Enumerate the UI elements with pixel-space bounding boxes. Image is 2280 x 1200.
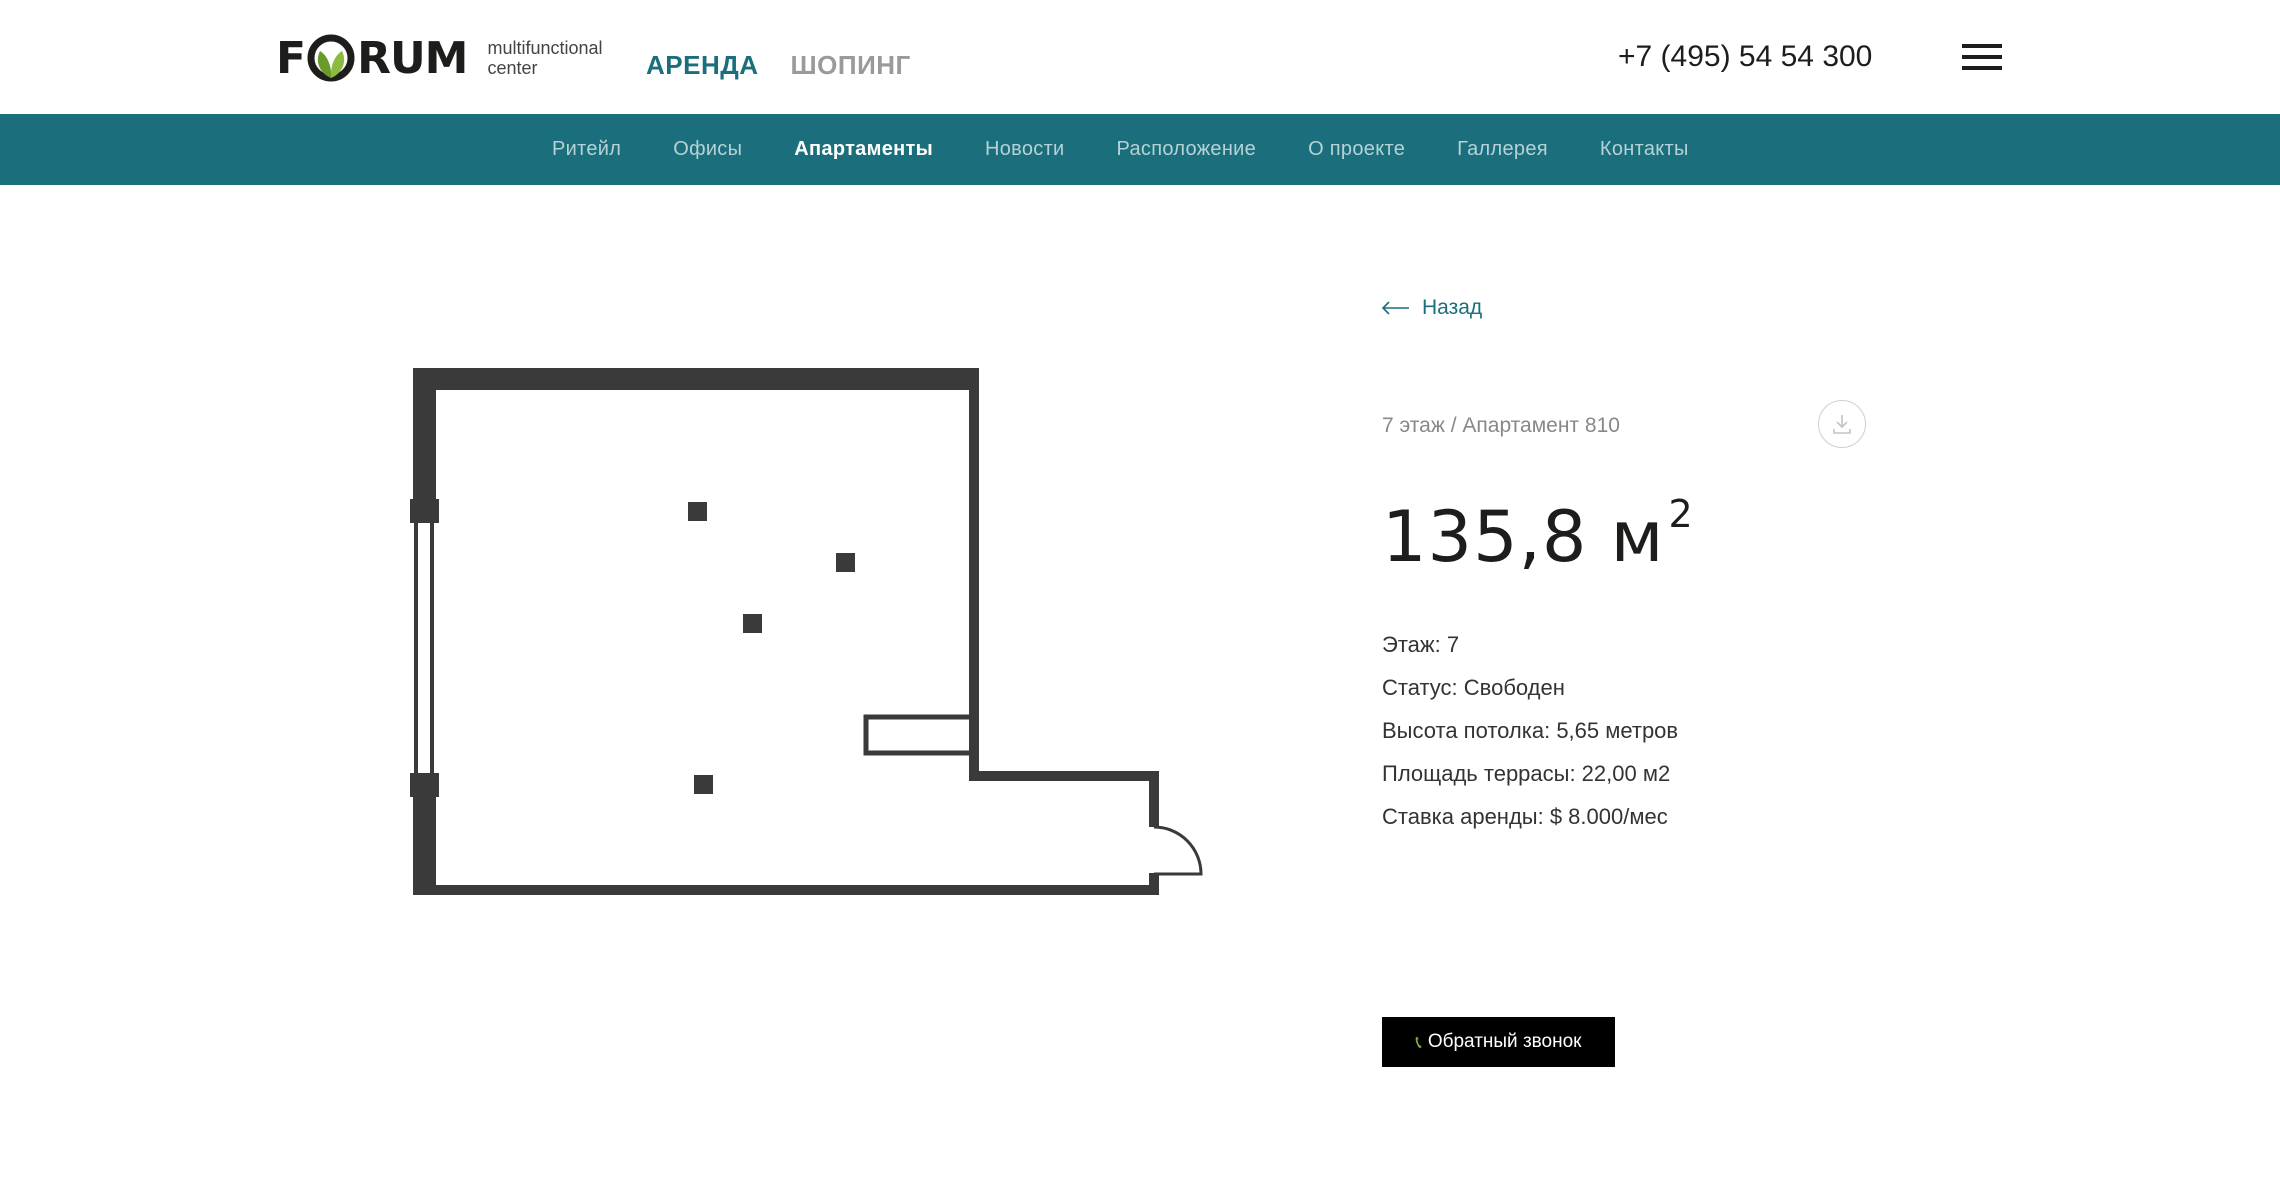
plan-wall-left-top: [413, 368, 436, 511]
prop-rent-rate: Ставка аренды: $ 8.000/мес: [1382, 804, 1668, 829]
forum-logo[interactable]: F RUM multifunctional center: [276, 30, 603, 86]
logo-sub-line1: multifunctional: [487, 38, 603, 58]
prop-terrace-area: Площадь террасы: 22,00 м2: [1382, 761, 1671, 786]
plan-column-1: [688, 502, 707, 521]
logo-wordmark: F RUM: [276, 32, 468, 84]
area-unit-exponent: 2: [1668, 492, 1694, 536]
hamburger-icon[interactable]: [1962, 44, 2002, 74]
back-link[interactable]: Назад: [1382, 296, 1482, 320]
download-button[interactable]: [1818, 400, 1866, 448]
back-label: Назад: [1422, 296, 1483, 319]
plan-window-line-1: [414, 523, 418, 773]
phone-icon: 📞︎: [1415, 1031, 1422, 1052]
nav-item-contacts[interactable]: Контакты: [1600, 138, 1689, 161]
top-tabs: АРЕНДА ШОПИНГ: [646, 50, 911, 81]
site-header: F RUM multifunctional center АРЕНДА ШОПИ…: [0, 0, 2280, 114]
nav-item-location[interactable]: Расположение: [1117, 138, 1257, 161]
nav-item-gallery[interactable]: Галлерея: [1457, 138, 1548, 161]
property-list: Этаж: 7 Статус: Свободен Высота потолка:…: [1382, 630, 1678, 845]
plan-window-post-bottom: [410, 773, 439, 797]
plan-wall-step: [969, 771, 1159, 781]
leaf-icon: [306, 33, 356, 83]
logo-subtitle: multifunctional center: [487, 38, 602, 78]
floor-plan: [400, 355, 1220, 915]
plan-wall-left-bottom: [413, 783, 436, 895]
plan-column-4: [694, 775, 713, 794]
tab-shopping[interactable]: ШОПИНГ: [791, 50, 911, 81]
tab-arenda[interactable]: АРЕНДА: [646, 50, 759, 81]
plan-window-line-2: [430, 523, 434, 773]
main-nav: Ритейл Офисы Апартаменты Новости Располо…: [0, 114, 2280, 185]
nav-item-news[interactable]: Новости: [985, 138, 1065, 161]
logo-sub-line2: center: [487, 58, 538, 78]
plan-column-2: [836, 553, 855, 572]
breadcrumb: 7 этаж / Апартамент 810: [1382, 414, 1620, 437]
callback-label: Обратный звонок: [1427, 1031, 1582, 1052]
phone-number[interactable]: +7 (495) 54 54 300: [1618, 40, 1872, 74]
plan-wall-terrace-right: [1149, 771, 1159, 827]
nav-item-about[interactable]: О проекте: [1308, 138, 1405, 161]
area-value: 135,8 м: [1382, 496, 1665, 578]
plan-wall-bottom: [413, 885, 1159, 895]
plan-wall-top: [413, 368, 979, 390]
plan-counter: [863, 714, 976, 756]
plan-window-post-top: [410, 499, 439, 523]
prop-status: Статус: Свободен: [1382, 675, 1565, 700]
nav-item-offices[interactable]: Офисы: [673, 138, 742, 161]
nav-item-retail[interactable]: Ритейл: [552, 138, 621, 161]
prop-ceiling-height: Высота потолка: 5,65 метров: [1382, 718, 1679, 743]
plan-column-3: [743, 614, 762, 633]
prop-floor: Этаж: 7: [1382, 632, 1460, 657]
arrow-left-icon: [1382, 301, 1409, 315]
download-icon: [1833, 415, 1851, 434]
callback-button[interactable]: 📞︎ Обратный звонок: [1382, 1017, 1615, 1067]
apartment-area: 135,8 м2: [1382, 492, 1694, 578]
nav-item-apartments[interactable]: Апартаменты: [794, 138, 933, 161]
plan-door: [1153, 825, 1203, 876]
